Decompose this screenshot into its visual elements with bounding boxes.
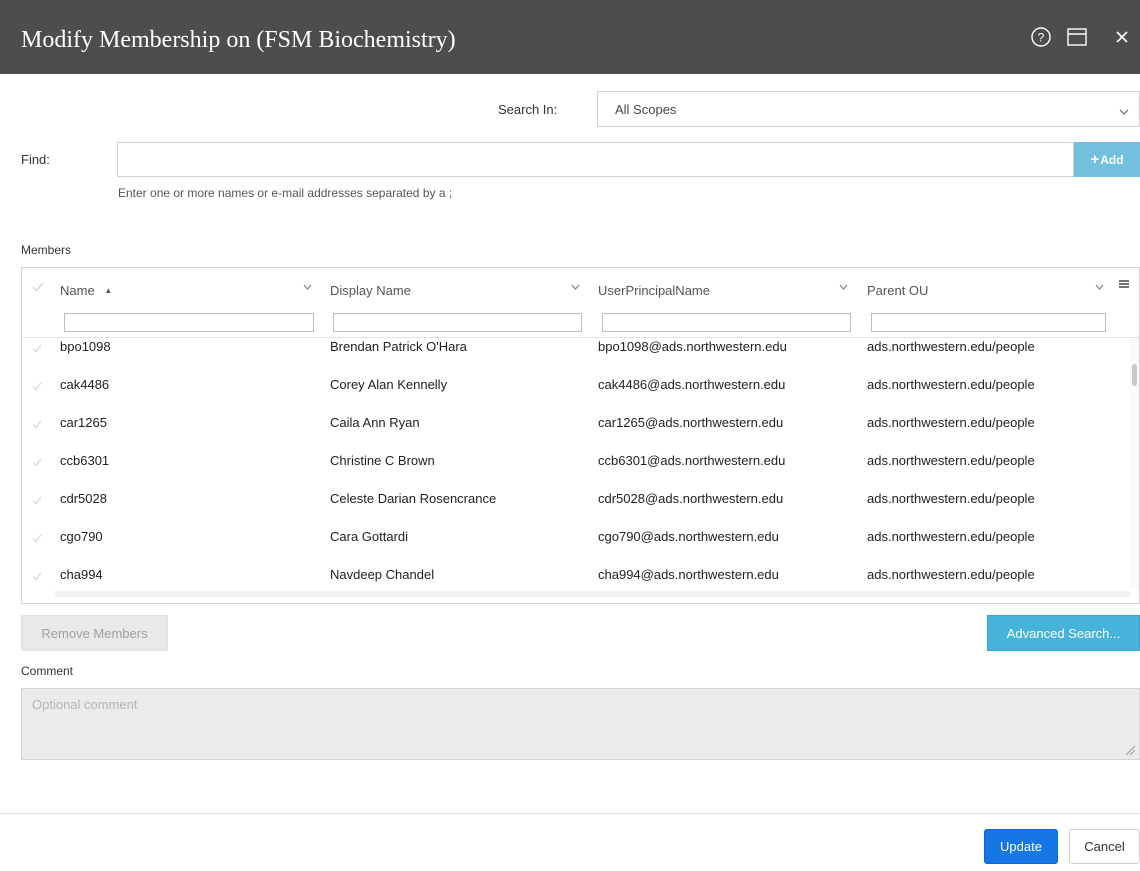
window-icon[interactable] bbox=[1065, 25, 1089, 49]
column-header-display-name[interactable]: Display Name bbox=[330, 283, 411, 298]
cell-display-name: Caila Ann Ryan bbox=[330, 415, 420, 430]
column-header-upn[interactable]: UserPrincipalName bbox=[598, 283, 710, 298]
table-row[interactable]: ccb6301 Christine C Brown ccb6301@ads.no… bbox=[22, 452, 1102, 490]
filter-name-input[interactable] bbox=[64, 313, 314, 332]
sort-ascending-icon: ▲ bbox=[104, 286, 113, 295]
row-check-icon[interactable] bbox=[32, 455, 42, 470]
table-row[interactable]: car1265 Caila Ann Ryan car1265@ads.north… bbox=[22, 414, 1102, 452]
column-header-name[interactable]: Name ▲ bbox=[60, 283, 112, 298]
footer-divider bbox=[0, 813, 1140, 814]
column-header-label: Name bbox=[60, 283, 95, 298]
chevron-down-icon[interactable] bbox=[571, 278, 580, 293]
chevron-down-icon[interactable] bbox=[839, 278, 848, 293]
filter-display-name-input[interactable] bbox=[333, 313, 582, 332]
cell-upn: cha994@ads.northwestern.edu bbox=[598, 567, 779, 582]
help-icon[interactable]: ? bbox=[1029, 25, 1053, 49]
horizontal-scrollbar[interactable] bbox=[55, 591, 1130, 597]
cancel-button[interactable]: Cancel bbox=[1069, 829, 1140, 864]
table-row[interactable]: bpo1098 Brendan Patrick O'Hara bpo1098@a… bbox=[22, 338, 1102, 376]
find-label: Find: bbox=[21, 152, 50, 167]
cell-name: cak4486 bbox=[60, 377, 110, 392]
table-row[interactable]: cgo790 Cara Gottardi cgo790@ads.northwes… bbox=[22, 528, 1102, 566]
cell-upn: car1265@ads.northwestern.edu bbox=[598, 415, 784, 430]
cell-name: cgo790 bbox=[60, 529, 103, 544]
chevron-down-icon[interactable] bbox=[303, 278, 312, 293]
row-check-icon[interactable] bbox=[32, 493, 42, 508]
cell-parent-ou: ads.northwestern.edu/people bbox=[867, 529, 1035, 544]
cell-upn: bpo1098@ads.northwestern.edu bbox=[598, 339, 787, 354]
cell-name: bpo1098 bbox=[60, 339, 111, 354]
plus-icon: + bbox=[1090, 151, 1100, 168]
svg-text:?: ? bbox=[1038, 31, 1045, 45]
cell-name: ccb6301 bbox=[60, 453, 110, 468]
search-scope-value: All Scopes bbox=[615, 102, 677, 117]
table-row[interactable]: cdr5028 Celeste Darian Rosencrance cdr50… bbox=[22, 490, 1102, 528]
add-button-label: Add bbox=[1100, 152, 1124, 167]
find-input[interactable] bbox=[117, 142, 1074, 177]
vertical-scrollbar-thumb[interactable] bbox=[1132, 364, 1137, 386]
add-button[interactable]: + Add bbox=[1074, 142, 1140, 177]
advanced-search-button[interactable]: Advanced Search... bbox=[987, 615, 1140, 651]
row-check-icon[interactable] bbox=[32, 341, 42, 356]
cell-display-name: Celeste Darian Rosencrance bbox=[330, 491, 497, 506]
search-in-label: Search In: bbox=[498, 102, 558, 117]
column-header-parent-ou[interactable]: Parent OU bbox=[867, 283, 928, 298]
find-hint: Enter one or more names or e-mail addres… bbox=[118, 186, 453, 200]
row-check-icon[interactable] bbox=[32, 417, 42, 432]
search-scope-select[interactable]: All Scopes bbox=[597, 91, 1140, 127]
cell-parent-ou: ads.northwestern.edu/people bbox=[867, 567, 1035, 582]
cell-display-name: Corey Alan Kennelly bbox=[330, 377, 448, 392]
cell-display-name: Christine C Brown bbox=[330, 453, 435, 468]
select-all-checkbox[interactable] bbox=[32, 280, 44, 295]
grid-header: Name ▲ Display Name UserPrincipalName Pa… bbox=[22, 268, 1139, 338]
resize-grip-icon[interactable] bbox=[1124, 744, 1136, 759]
members-label: Members bbox=[21, 243, 72, 257]
update-button[interactable]: Update bbox=[984, 829, 1058, 864]
cell-display-name: Navdeep Chandel bbox=[330, 567, 435, 582]
filter-upn-input[interactable] bbox=[602, 313, 851, 332]
cell-upn: cdr5028@ads.northwestern.edu bbox=[598, 491, 784, 506]
chevron-down-icon[interactable] bbox=[1095, 278, 1104, 293]
cell-parent-ou: ads.northwestern.edu/people bbox=[867, 377, 1035, 392]
comment-textarea[interactable] bbox=[21, 688, 1140, 760]
row-check-icon[interactable] bbox=[32, 569, 42, 584]
comment-label: Comment bbox=[21, 664, 74, 678]
cell-upn: cgo790@ads.northwestern.edu bbox=[598, 529, 779, 544]
cell-upn: cak4486@ads.northwestern.edu bbox=[598, 377, 786, 392]
table-row[interactable]: cak4486 Corey Alan Kennelly cak4486@ads.… bbox=[22, 376, 1102, 414]
cell-parent-ou: ads.northwestern.edu/people bbox=[867, 453, 1035, 468]
cell-display-name: Cara Gottardi bbox=[330, 529, 409, 544]
cell-parent-ou: ads.northwestern.edu/people bbox=[867, 491, 1035, 506]
cell-name: car1265 bbox=[60, 415, 107, 430]
table-row[interactable]: cha994 Navdeep Chandel cha994@ads.northw… bbox=[22, 566, 1102, 603]
filter-parent-ou-input[interactable] bbox=[871, 313, 1106, 332]
cell-parent-ou: ads.northwestern.edu/people bbox=[867, 339, 1035, 354]
remove-members-button[interactable]: Remove Members bbox=[21, 615, 168, 651]
row-check-icon[interactable] bbox=[32, 379, 42, 394]
close-icon[interactable] bbox=[1110, 25, 1134, 49]
cell-upn: ccb6301@ads.northwestern.edu bbox=[598, 453, 786, 468]
members-grid: Name ▲ Display Name UserPrincipalName Pa… bbox=[21, 267, 1140, 604]
cell-name: cdr5028 bbox=[60, 491, 107, 506]
cell-display-name: Brendan Patrick O'Hara bbox=[330, 339, 467, 354]
cell-name: cha994 bbox=[60, 567, 103, 582]
cell-parent-ou: ads.northwestern.edu/people bbox=[867, 415, 1035, 430]
column-menu-icon[interactable] bbox=[1118, 277, 1130, 292]
row-check-icon[interactable] bbox=[32, 531, 42, 546]
dialog-titlebar: Modify Membership on (FSM Biochemistry) … bbox=[0, 0, 1140, 74]
chevron-down-icon bbox=[1119, 104, 1129, 119]
dialog-title: Modify Membership on (FSM Biochemistry) bbox=[21, 27, 456, 53]
